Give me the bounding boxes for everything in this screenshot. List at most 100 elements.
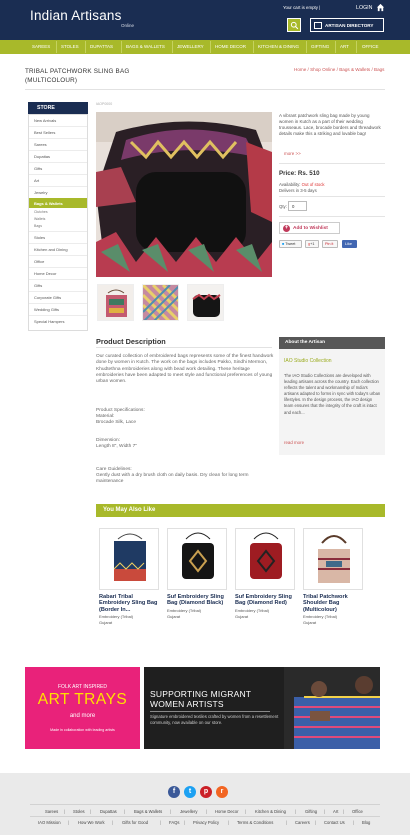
footer-link[interactable]: Careers	[295, 820, 310, 825]
artisan-name[interactable]: IAO Studio Collection	[284, 358, 332, 364]
more-link[interactable]: more >>	[284, 151, 301, 156]
footer-link[interactable]: FAQs	[169, 820, 179, 825]
related-product-image[interactable]	[303, 528, 363, 590]
footer-link[interactable]: Contact Us	[324, 820, 345, 825]
sidebar-item[interactable]: Special Hampers	[34, 319, 64, 324]
related-product-category: Embroidery (Tribal)	[235, 608, 270, 613]
footer-link[interactable]: Art	[333, 809, 338, 814]
sidebar-item[interactable]: Kitchen and Dining	[34, 247, 68, 252]
availability: Availability: Out of stock	[279, 182, 325, 187]
footer-link[interactable]: Privacy Policy	[193, 820, 219, 825]
nav-divider	[56, 41, 57, 53]
footer-link[interactable]: Gifting	[305, 809, 317, 814]
nav-office[interactable]: OFFICE	[362, 44, 379, 49]
footer-link[interactable]: How We Work	[78, 820, 105, 825]
footer-link[interactable]: IAO Mission	[38, 820, 61, 825]
footer-link[interactable]: Stoles	[73, 809, 85, 814]
related-product-name[interactable]: Rabari Tribal Embroidery Sling Bag (Bord…	[99, 594, 161, 613]
artisan-directory-button[interactable]: ARTISAN DIRECTORY	[310, 18, 384, 32]
sidebar-item[interactable]: Dupattas	[34, 154, 50, 159]
sidebar-subitem[interactable]: Bags	[34, 224, 42, 228]
google-plus-button[interactable]: g+1	[305, 240, 319, 248]
quantity-input[interactable]: 0	[288, 201, 307, 211]
footer-separator: |	[343, 809, 345, 814]
facebook-icon[interactable]: f	[168, 786, 180, 798]
divider	[29, 150, 87, 151]
sidebar-item[interactable]: Gifts	[34, 283, 42, 288]
related-product-image[interactable]	[167, 528, 227, 590]
footer-link[interactable]: Jewellery	[180, 809, 197, 814]
related-product-region: Gujarat	[167, 614, 181, 619]
nav-home-decor[interactable]: HOME DECOR	[215, 44, 246, 49]
footer-separator: |	[184, 820, 186, 825]
site-logo[interactable]: Indian Artisans	[30, 8, 122, 23]
artisan-description: The IAO Studio Collections are developed…	[284, 373, 381, 415]
breadcrumb[interactable]: Home / Shop Online / Bags & Wallets / Ba…	[294, 67, 384, 72]
footer-link[interactable]: Kitchen & Dining	[255, 809, 286, 814]
sidebar-item[interactable]: Best Sellers	[34, 130, 55, 135]
sidebar-item[interactable]: Corporate Gifts	[34, 295, 61, 300]
sidebar-item[interactable]: Wedding Gifts	[34, 307, 59, 312]
nav-bags-wallets[interactable]: BAGS & WALLETS	[126, 44, 165, 49]
related-product-name[interactable]: Suf Embroidery Sling Bag (Diamond Red)	[235, 594, 297, 607]
sidebar-item-bags-wallets[interactable]: Bags & Wallets	[34, 201, 63, 206]
banner-title-line: WOMEN ARTISTS	[150, 698, 224, 709]
nav-gifting[interactable]: GIFTING	[311, 44, 329, 49]
nav-sarees[interactable]: SAREES	[32, 44, 50, 49]
product-main-image[interactable]	[96, 112, 272, 277]
divider	[29, 126, 87, 127]
sidebar-item[interactable]: Gifts	[34, 166, 42, 171]
sidebar-item[interactable]: Home Decor	[34, 271, 56, 276]
pinterest-icon[interactable]: p	[200, 786, 212, 798]
sidebar-item[interactable]: Office	[34, 259, 44, 264]
product-photo	[96, 112, 272, 277]
sidebar-item[interactable]: New Arrivals	[34, 118, 56, 123]
facebook-like-button[interactable]: Like	[342, 240, 357, 248]
nav-divider	[335, 41, 336, 53]
sidebar-item[interactable]: Stoles	[34, 235, 45, 240]
cart-status[interactable]: Your cart is empty |	[283, 5, 320, 10]
footer-link[interactable]: Gifts for Good	[122, 820, 148, 825]
product-thumbnail[interactable]	[187, 284, 224, 321]
footer-link[interactable]: Home Decor	[215, 809, 239, 814]
banner-text: Signature embroidered textiles crafted b…	[150, 714, 279, 725]
related-product-image[interactable]	[99, 528, 159, 590]
sidebar-item[interactable]: Art	[34, 178, 39, 183]
related-product-image[interactable]	[235, 528, 295, 590]
read-more-link[interactable]: read more	[284, 440, 304, 445]
sidebar-item[interactable]: Sarees	[34, 142, 47, 147]
pin-it-button[interactable]: Pin it	[322, 240, 338, 248]
nav-jewellery[interactable]: JEWELLERY	[177, 44, 204, 49]
sidebar-subitem[interactable]: Clutches	[34, 210, 48, 214]
tweet-button[interactable]: ■ Tweet	[279, 240, 302, 248]
footer-link[interactable]: Blog	[362, 820, 370, 825]
search-button[interactable]	[287, 18, 301, 32]
related-product-name[interactable]: Tribal Patchwork Shoulder Bag (Multicolo…	[303, 594, 365, 613]
footer-link[interactable]: Bags & Wallets	[134, 809, 162, 814]
sidebar-subitem[interactable]: Wallets	[34, 217, 45, 221]
related-product-name[interactable]: Suf Embroidery Sling Bag (Diamond Black)	[167, 594, 229, 607]
nav-art[interactable]: ART	[340, 44, 349, 49]
nav-divider	[210, 41, 211, 53]
rss-icon[interactable]: r	[216, 786, 228, 798]
related-product-region: Gujarat	[303, 620, 317, 625]
divider	[279, 163, 385, 164]
banner-title: SUPPORTING MIGRANT WOMEN ARTISTS	[150, 689, 251, 710]
home-icon[interactable]	[376, 3, 385, 12]
footer-link[interactable]: Dupattas	[100, 809, 117, 814]
divider	[29, 303, 87, 304]
twitter-icon[interactable]: t	[184, 786, 196, 798]
product-thumbnail[interactable]	[97, 284, 134, 321]
add-to-wishlist-button[interactable]: + Add to Wishlist	[279, 222, 340, 234]
banner-subtitle: and more	[69, 713, 96, 719]
nav-kitchen-dining[interactable]: KITCHEN & DINING	[258, 44, 299, 49]
footer-link[interactable]: Terms & Conditions	[237, 820, 273, 825]
footer-separator: |	[315, 820, 317, 825]
footer-link[interactable]: Office	[352, 809, 363, 814]
footer-link[interactable]: Sarees	[45, 809, 58, 814]
login-link[interactable]: LOGIN	[356, 5, 372, 11]
nav-stoles[interactable]: STOLES	[61, 44, 79, 49]
product-thumbnail[interactable]	[142, 284, 179, 321]
sidebar-item[interactable]: Jewelry	[34, 190, 48, 195]
nav-dupattas[interactable]: DUPATTAS	[90, 44, 113, 49]
